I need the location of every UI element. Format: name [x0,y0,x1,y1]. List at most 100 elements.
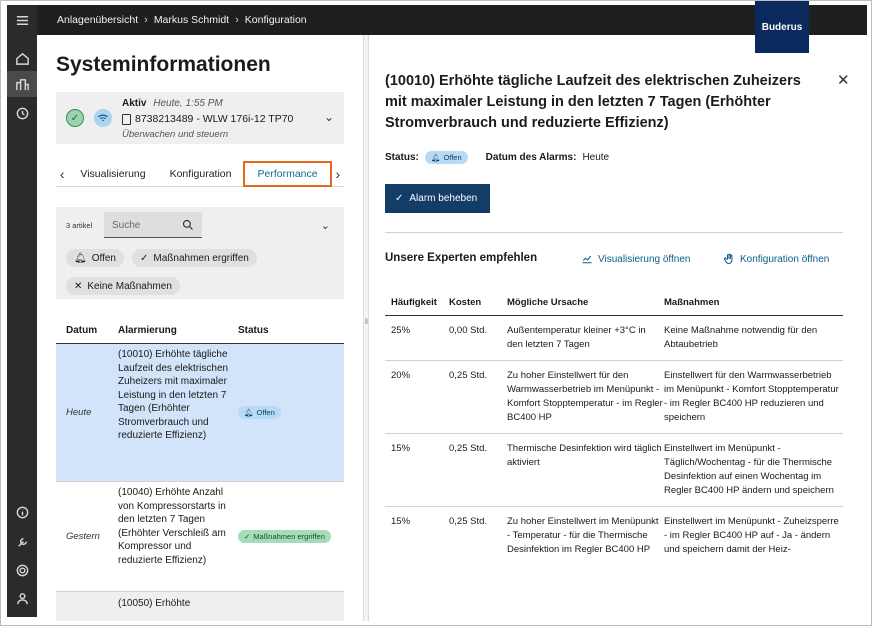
cell-frequency: 15% [391,516,411,527]
hand-icon [723,253,733,265]
device-status-label: Aktiv [122,98,147,109]
app-window: Anlagenübersicht › Markus Schmidt › Konf… [0,0,872,626]
top-bar: Anlagenübersicht › Markus Schmidt › Konf… [37,5,867,35]
menu-icon[interactable] [7,7,37,33]
buildings-icon[interactable] [7,71,37,97]
device-subtitle: Überwachen und steuern [122,129,229,140]
history-icon[interactable] [7,100,37,126]
tab-bar: ‹ Visualisierung Konfiguration Performan… [56,160,344,187]
table-row: 20% 0,25 Std. Zu hoher Einstellwert für … [385,361,843,434]
open-konfiguration-link[interactable]: Konfiguration öffnen [723,253,829,265]
column-header: Alarmierung [118,325,177,336]
home-icon[interactable] [7,45,37,71]
cell-frequency: 15% [391,443,411,454]
date-value: Heute [582,152,610,163]
settings-icon[interactable] [7,557,37,583]
table-row[interactable]: Gestern (10040) Erhöhte Anzahl von Kompr… [56,482,344,592]
device-icon [122,113,131,125]
status-badge: 🔔︎ Offen [424,151,468,164]
breadcrumb-item[interactable]: Anlagenübersicht [57,14,138,26]
cell-cost: 0,25 Std. [449,516,488,527]
cell-cost: 0,25 Std. [449,370,488,381]
cell-action: Einstellwert im Menüpunkt - Zuheizsperre… [664,516,839,555]
table-row: 25% 0,00 Std. Außentemperatur kleiner +3… [385,316,843,361]
page-title: Systeminformationen [56,53,271,76]
close-icon[interactable]: ✕ [837,71,850,89]
search-icon[interactable] [182,219,194,231]
chevron-down-icon[interactable]: ⌄ [321,219,330,232]
chevron-right-icon: › [144,14,148,26]
recommendation-table: Häufigkeit Kosten Mögliche Ursache Maßna… [385,290,843,565]
row-status: ✓ Maßnahmen ergriffen [232,482,331,591]
wrench-icon[interactable] [7,529,37,555]
cell-cause: Zu hoher Einstellwert für den Warmwasser… [507,370,663,423]
close-icon: ✕ [74,280,83,292]
table-row[interactable]: Heute (10010) Erhöhte tägliche Laufzeit … [56,344,344,482]
column-header: Kosten [449,297,482,308]
row-date: Heute [66,407,92,418]
recommendation-table-header: Häufigkeit Kosten Mögliche Ursache Maßna… [385,290,843,316]
filter-chip-keine[interactable]: ✕ Keine Maßnahmen [66,277,180,295]
resolve-alarm-button[interactable]: ✓ Alarm beheben [385,184,490,213]
row-status: 🔔︎ Offen [232,344,281,481]
date-label: Datum des Alarms: [485,152,577,163]
open-visualisierung-link[interactable]: Visualisierung öffnen [581,253,690,265]
user-icon[interactable] [7,585,37,611]
chevron-right-icon[interactable]: › [332,166,344,182]
filter-chip-massnahmen[interactable]: ✓ Maßnahmen ergriffen [132,249,257,267]
breadcrumb: Anlagenübersicht › Markus Schmidt › Konf… [37,14,307,26]
system-info-panel: Systeminformationen ✓ Aktiv Heute, 1:55 … [37,35,363,621]
chevron-left-icon[interactable]: ‹ [56,166,68,182]
cell-cost: 0,25 Std. [449,443,488,454]
row-date [56,592,112,621]
device-status: Aktiv Heute, 1:55 PM [122,98,223,109]
divider [385,232,843,233]
brand-logo: Buderus [755,1,809,53]
search-input[interactable]: Suche [104,212,202,238]
cell-action: Einstellwert im Menüpunkt - Täglich/Woch… [664,443,834,496]
bell-icon: 🔔︎ [74,252,87,264]
table-row[interactable]: (10050) Erhöhte [56,592,344,621]
column-header: Status [238,325,269,336]
table-row: 15% 0,25 Std. Thermische Desinfektion wi… [385,434,843,507]
item-count: 3 artikel [66,221,93,230]
status-label: Status: [385,152,419,163]
chart-icon [582,255,592,264]
bell-icon: 🔔︎ [430,153,441,162]
row-alarm: (10010) Erhöhte tägliche Laufzeit des el… [118,349,229,441]
alarm-table-header: Datum Alarmierung Status [56,318,344,344]
breadcrumb-item[interactable]: Markus Schmidt [154,14,229,26]
tab-konfiguration[interactable]: Konfiguration [158,161,244,187]
filter-chip-offen[interactable]: 🔔︎ Offen [66,249,124,267]
cell-action: Keine Maßnahme notwendig für den Abtaube… [664,325,818,350]
filter-panel: 3 artikel Suche ⌄ 🔔︎ Offen ✓ Maßnahmen e… [56,207,344,299]
tab-visualisierung[interactable]: Visualisierung [68,161,157,187]
column-header: Datum [66,325,98,336]
status-badge: 🔔︎ Offen [238,406,281,419]
chip-label: Keine Maßnahmen [87,280,172,292]
chevron-down-icon[interactable]: ⌄ [324,110,334,124]
search-placeholder: Suche [112,220,141,231]
alarm-table: Datum Alarmierung Status Heute (10010) E… [56,318,344,621]
nav-rail [7,5,37,617]
bell-icon: 🔔︎ [244,408,254,417]
info-icon[interactable] [7,499,37,525]
breadcrumb-item[interactable]: Konfiguration [245,14,307,26]
chip-label: Offen [91,252,116,264]
cell-frequency: 20% [391,370,411,381]
row-date: Gestern [66,531,100,542]
cell-cause: Thermische Desinfektion wird täglich akt… [507,443,662,468]
device-model-label: 8738213489 - WLW 176i-12 TP70 [135,113,294,125]
alarm-detail-panel: (10010) Erhöhte tägliche Laufzeit des el… [369,35,867,621]
device-card[interactable]: ✓ Aktiv Heute, 1:55 PM 8738213489 - WLW … [56,92,344,144]
cell-action: Einstellwert für den Warmwasserbetrieb i… [664,370,839,423]
chip-label: Maßnahmen ergriffen [153,252,249,264]
alarm-title: (10010) Erhöhte tägliche Laufzeit des el… [385,73,801,131]
cell-cause: Zu hoher Einstellwert im Menüpunkt - Tem… [507,516,659,555]
tab-performance[interactable]: Performance [243,160,332,187]
column-header: Häufigkeit [391,297,437,308]
wifi-icon [94,109,112,127]
device-model: 8738213489 - WLW 176i-12 TP70 [122,113,293,125]
device-status-time: Heute, 1:55 PM [153,98,223,109]
check-icon: ✓ [140,252,149,264]
